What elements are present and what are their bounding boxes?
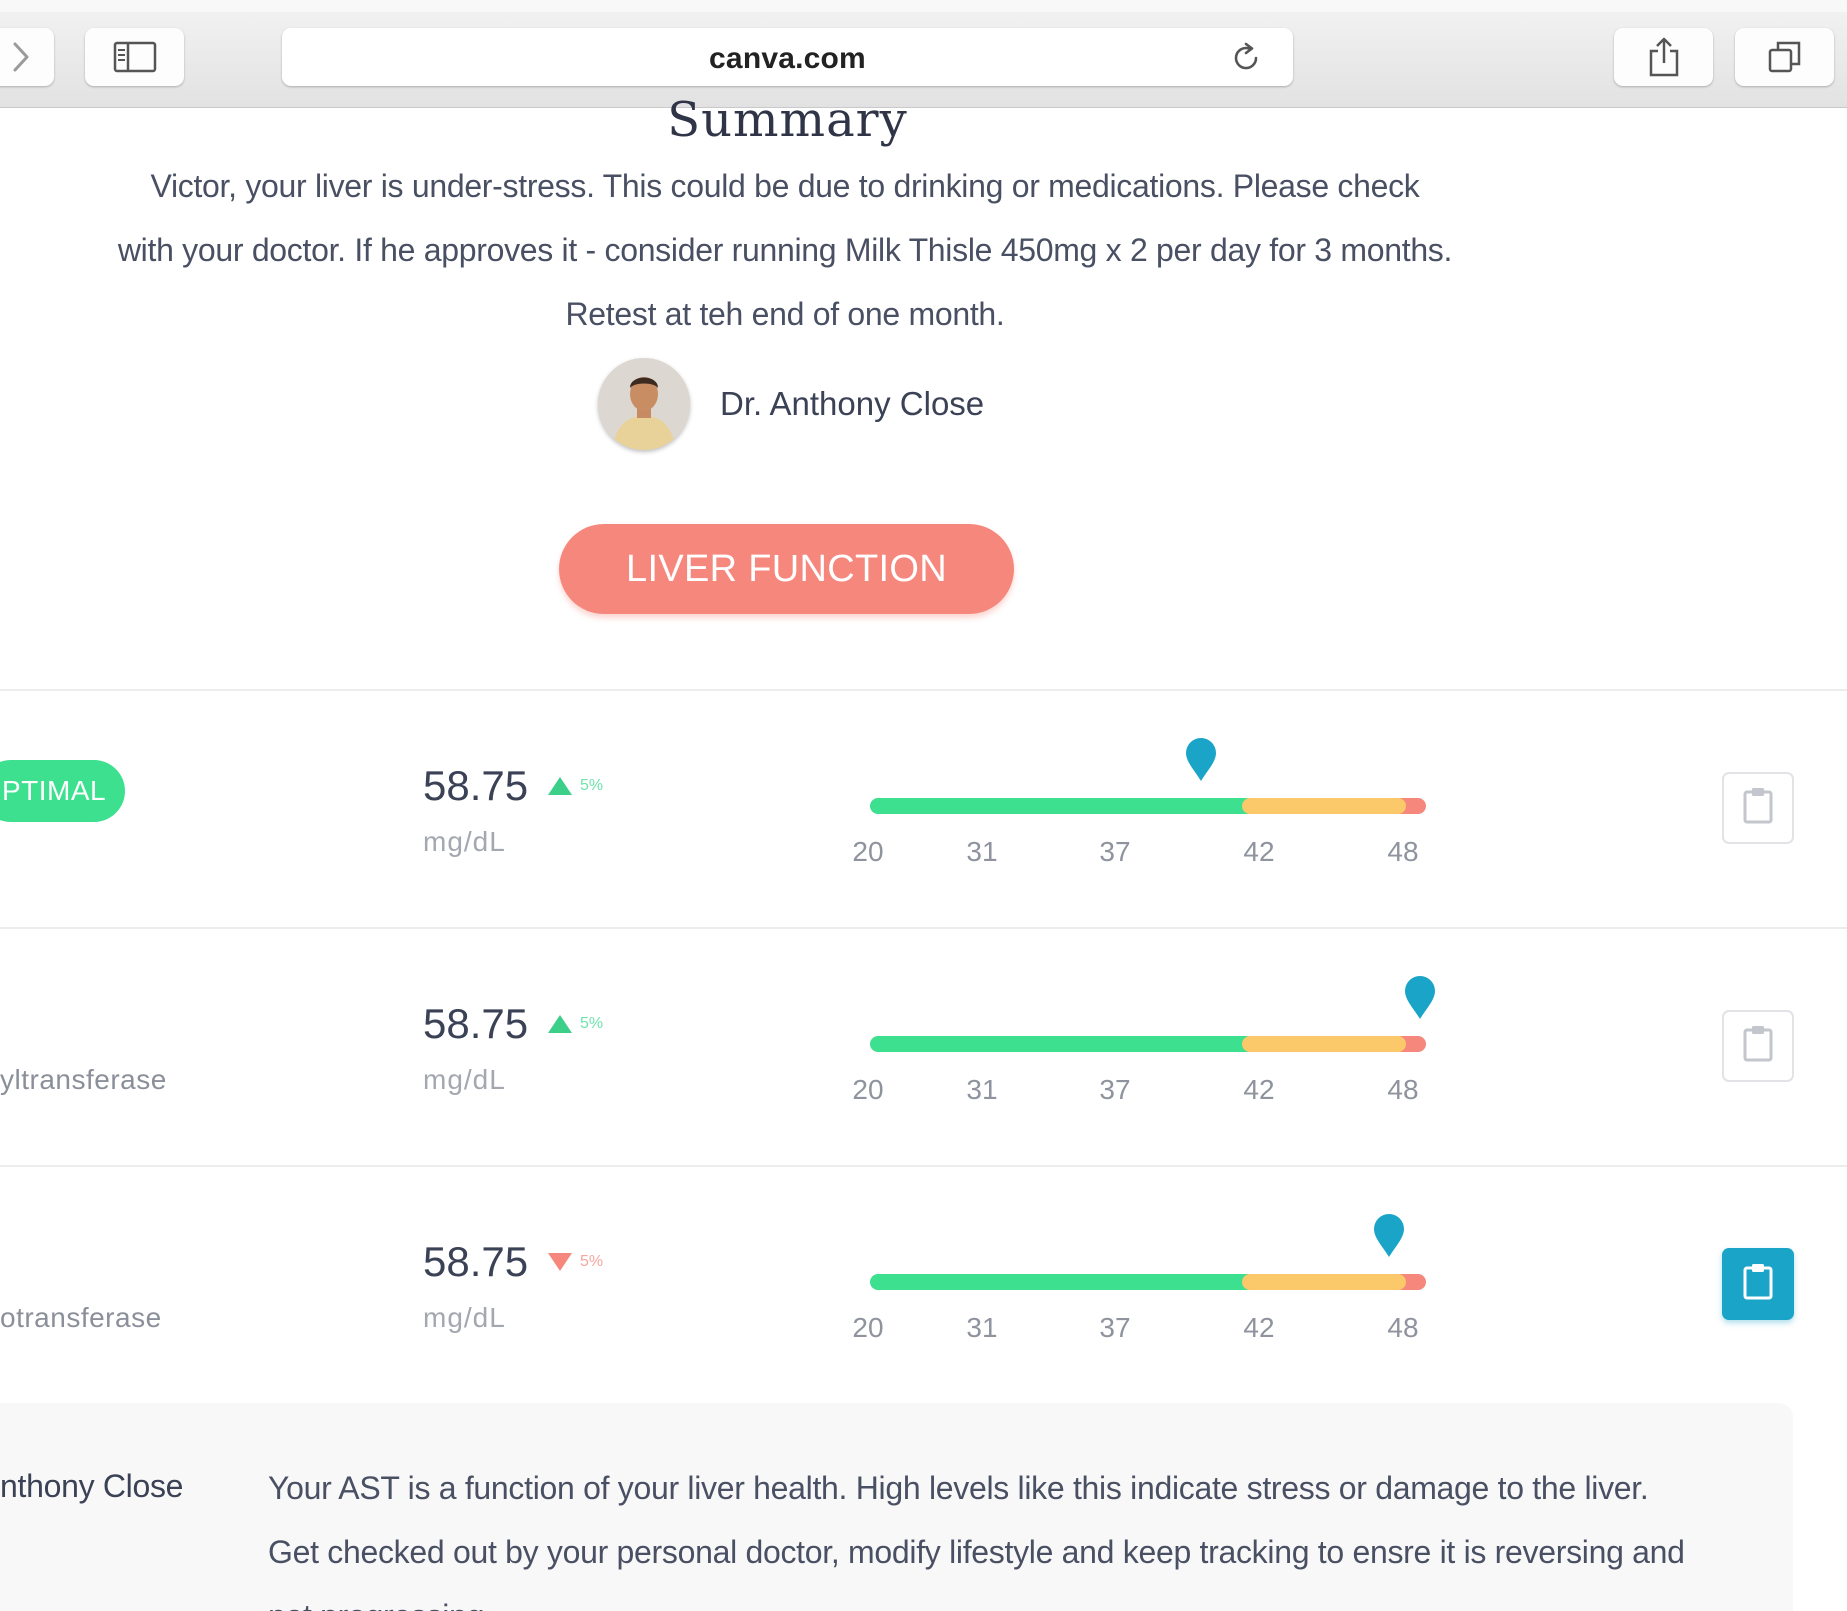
trend-indicator: 5% (548, 774, 603, 798)
doctor-comment-card (0, 1403, 1793, 1611)
biomarker-name: otransferase (0, 1302, 162, 1333)
comment-text: Your AST is a function of your liver hea… (268, 1470, 1649, 1506)
range-tick: 48 (1387, 1312, 1419, 1343)
range-tick: 31 (966, 1312, 998, 1343)
trend-down-icon (548, 1253, 572, 1271)
biomarker-row: PTIMAL 58.75 5% mg/dL 20 31 37 42 48 (0, 690, 1847, 928)
sidebar-toggle-button[interactable] (85, 28, 184, 86)
clipboard-icon (1741, 1024, 1775, 1069)
doctor-card: Dr. Anthony Close (598, 358, 984, 450)
range-borderline (1242, 798, 1406, 814)
result-value: 58.75 (423, 1000, 529, 1047)
summary-line: Retest at teh end of one month. (565, 296, 1005, 332)
summary-line: Victor, your liver is under-stress. This… (150, 168, 1420, 204)
result-unit: mg/dL (423, 1064, 506, 1095)
clipboard-button[interactable] (1722, 1248, 1794, 1320)
trend-up-icon (548, 1015, 572, 1033)
tabs-icon (1767, 39, 1803, 75)
section-label-liver-function: LIVER FUNCTION (559, 524, 1014, 614)
biomarker-row: otransferase 58.75 5% mg/dL 20 31 37 42 … (0, 1166, 1847, 1404)
range-borderline (1242, 1036, 1406, 1052)
summary-line: with your doctor. If he approves it - co… (117, 232, 1453, 268)
range-bar: 20 31 37 42 48 (852, 690, 1521, 928)
result-unit: mg/dL (423, 1302, 506, 1333)
range-tick: 42 (1243, 1312, 1275, 1343)
value-marker-icon (1373, 1214, 1404, 1257)
comment-author: nthony Close (0, 1468, 184, 1504)
sidebar-icon (113, 40, 157, 74)
result-value: 58.75 (423, 1238, 529, 1285)
range-tick: 20 (852, 1074, 884, 1105)
doctor-name: Dr. Anthony Close (720, 385, 985, 422)
share-icon (1647, 36, 1681, 78)
trend-percent: 5% (580, 1015, 604, 1032)
forward-button[interactable] (0, 28, 54, 86)
range-tick: 42 (1243, 836, 1275, 867)
range-tick: 37 (1099, 836, 1131, 867)
range-tick: 42 (1243, 1074, 1275, 1105)
biomarker-row: yltransferase 58.75 5% mg/dL 20 31 37 42… (0, 928, 1847, 1166)
url-text: canva.com (709, 42, 866, 75)
clipboard-icon (1741, 1262, 1775, 1307)
doctor-avatar (598, 358, 690, 450)
address-bar[interactable]: canva.com (282, 28, 1293, 86)
summary-title: Summary (667, 92, 908, 148)
trend-percent: 5% (580, 777, 604, 794)
status-badge: PTIMAL (0, 760, 125, 822)
clipboard-button[interactable] (1722, 1010, 1794, 1082)
tabs-button[interactable] (1735, 28, 1834, 86)
reload-icon[interactable] (1229, 41, 1263, 80)
chevron-right-icon (10, 40, 32, 74)
biomarker-name: yltransferase (0, 1064, 167, 1095)
value-marker-icon (1186, 738, 1217, 781)
range-optimal (870, 1036, 1256, 1052)
toolbar-top-strip (0, 0, 1847, 12)
range-tick: 31 (966, 1074, 998, 1105)
range-optimal (870, 798, 1256, 814)
trend-percent: 5% (580, 1253, 604, 1270)
clipboard-button[interactable] (1722, 772, 1794, 844)
share-button[interactable] (1614, 28, 1713, 86)
range-tick: 20 (852, 1312, 884, 1343)
result-unit: mg/dL (423, 826, 506, 857)
comment-text: Get checked out by your personal doctor,… (268, 1534, 1685, 1570)
result-value: 58.75 (423, 762, 529, 809)
range-optimal (870, 1274, 1256, 1290)
range-tick: 37 (1099, 1312, 1131, 1343)
range-bar: 20 31 37 42 48 (852, 928, 1521, 1166)
clipboard-icon (1741, 786, 1775, 831)
value-marker-icon (1404, 976, 1435, 1019)
range-tick: 20 (852, 836, 884, 867)
range-tick: 48 (1387, 836, 1419, 867)
range-borderline (1242, 1274, 1406, 1290)
range-tick: 48 (1387, 1074, 1419, 1105)
range-tick: 37 (1099, 1074, 1131, 1105)
range-tick: 31 (966, 836, 998, 867)
trend-indicator: 5% (548, 1250, 603, 1274)
comment-text: not progressing. (268, 1598, 493, 1611)
trend-indicator: 5% (548, 1012, 603, 1036)
trend-up-icon (548, 777, 572, 795)
range-bar: 20 31 37 42 48 (852, 1166, 1521, 1404)
